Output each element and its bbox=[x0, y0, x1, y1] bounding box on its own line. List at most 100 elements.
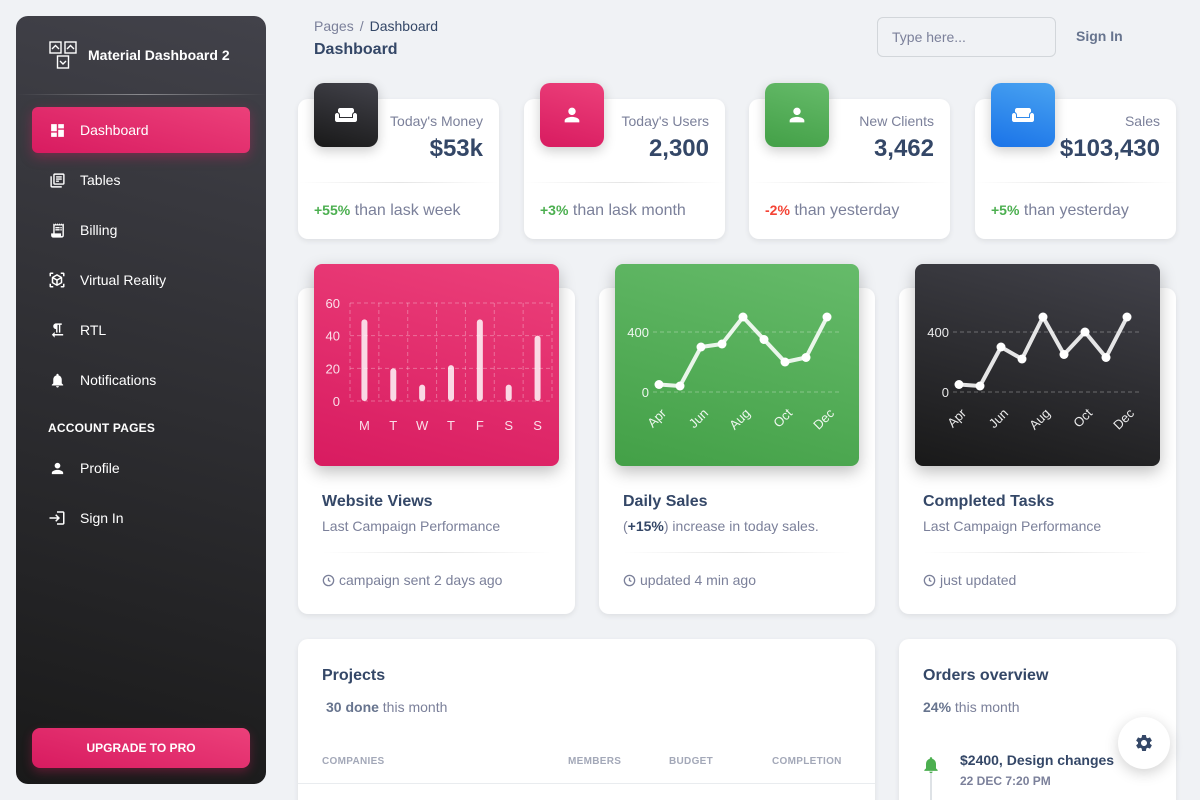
stat-label: Today's Users bbox=[621, 113, 709, 129]
data-point bbox=[975, 381, 985, 391]
column-header-companies: COMPANIES bbox=[322, 756, 385, 767]
chart-box: 0 400 Apr Jun Aug Oct Dec bbox=[615, 264, 859, 466]
brand-name: Material Dashboard 2 bbox=[88, 47, 230, 63]
x-tick-label: Apr bbox=[944, 405, 969, 430]
weekend-icon bbox=[991, 83, 1055, 147]
stat-divider bbox=[975, 182, 1176, 183]
breadcrumb-root[interactable]: Pages bbox=[314, 18, 354, 34]
bell-icon bbox=[924, 757, 938, 774]
stat-footer: +55% than lask week bbox=[314, 202, 461, 220]
upgrade-button[interactable]: UPGRADE TO PRO bbox=[32, 728, 250, 768]
clock-icon bbox=[923, 574, 936, 586]
data-point bbox=[1080, 327, 1090, 337]
data-point bbox=[822, 312, 832, 322]
stat-footer: -2% than yesterday bbox=[765, 202, 899, 220]
line-chart-completed-tasks: 0 400 Apr Jun Aug Oct Dec bbox=[927, 312, 1141, 432]
x-tick-label: S bbox=[533, 418, 542, 433]
stat-footer: +3% than lask month bbox=[540, 202, 686, 220]
logo-icon bbox=[49, 41, 77, 69]
stat-divider bbox=[298, 182, 499, 183]
bar bbox=[390, 368, 397, 401]
person-icon bbox=[765, 83, 829, 147]
x-tick-label: Dec bbox=[1110, 405, 1137, 432]
data-point bbox=[801, 353, 811, 362]
sidebar-item-sign-in[interactable]: Sign In bbox=[32, 495, 250, 541]
chart-box: 0 400 Apr Jun Aug Oct Dec bbox=[915, 264, 1160, 466]
card-footer: campaign sent 2 days ago bbox=[322, 572, 502, 588]
card-footer-text: campaign sent 2 days ago bbox=[339, 572, 503, 588]
sidebar-item-tables[interactable]: Tables bbox=[32, 157, 250, 203]
line-chart-daily-sales: 0 400 Apr Jun Aug Oct Dec bbox=[627, 312, 841, 432]
sidebar-item-billing[interactable]: Billing bbox=[32, 207, 250, 253]
data-point bbox=[1122, 312, 1132, 322]
view-in-ar-icon bbox=[48, 271, 66, 289]
stat-change: +5% bbox=[991, 202, 1020, 218]
data-point bbox=[654, 380, 664, 389]
stat-label: New Clients bbox=[859, 113, 934, 129]
sidebar: Material Dashboard 2 Dashboard Tables Bi… bbox=[16, 16, 266, 784]
y-tick-label: 400 bbox=[927, 325, 949, 340]
person-icon bbox=[48, 459, 66, 477]
stat-change-suffix: than lask week bbox=[354, 202, 461, 219]
subtitle-rest: ) increase in today sales. bbox=[663, 518, 819, 534]
sidebar-item-rtl[interactable]: RTL bbox=[32, 307, 250, 353]
sign-in-link[interactable]: Sign In bbox=[1076, 28, 1123, 44]
chart-card-website-views: 0 20 40 60 M T W T F S S Website Views Last Campai… bbox=[298, 264, 575, 614]
x-tick-label: T bbox=[389, 418, 397, 433]
sidebar-item-label: Profile bbox=[80, 460, 120, 476]
sidebar-nav: Dashboard Tables Billing Virtual Reality… bbox=[16, 95, 266, 403]
stat-change-suffix: than yesterday bbox=[1023, 202, 1129, 219]
series-line bbox=[958, 315, 1129, 388]
projects-title: Projects bbox=[322, 667, 386, 684]
stat-label: Today's Money bbox=[390, 113, 483, 129]
stat-footer: +5% than yesterday bbox=[991, 202, 1129, 220]
chart-box: 0 20 40 60 M T W T F S S bbox=[314, 264, 559, 466]
page-title: Dashboard bbox=[314, 41, 398, 58]
data-point bbox=[996, 342, 1006, 352]
x-tick-label: F bbox=[476, 418, 484, 433]
card-title: Completed Tasks bbox=[923, 493, 1055, 510]
search-input[interactable] bbox=[877, 17, 1056, 57]
orders-percent: 24% bbox=[923, 699, 952, 715]
column-header-budget: BUDGET bbox=[669, 756, 714, 767]
brand[interactable]: Material Dashboard 2 bbox=[16, 16, 266, 94]
login-icon bbox=[48, 509, 66, 527]
data-point bbox=[1101, 353, 1111, 362]
card-footer: just updated bbox=[923, 572, 1016, 588]
stat-change-suffix: than lask month bbox=[572, 202, 686, 219]
bar bbox=[448, 365, 454, 401]
stat-card-clients: New Clients 3,462 -2% than yesterday bbox=[749, 83, 950, 239]
sidebar-item-notifications[interactable]: Notifications bbox=[32, 357, 250, 403]
receipt-icon bbox=[48, 221, 66, 239]
settings-button[interactable] bbox=[1118, 717, 1170, 769]
projects-card: Projects 30 done this month COMPANIES ME… bbox=[298, 639, 875, 800]
series-line bbox=[658, 315, 829, 388]
bell-icon bbox=[48, 371, 66, 389]
data-point bbox=[954, 380, 964, 389]
bar bbox=[361, 319, 368, 401]
breadcrumb-separator: / bbox=[359, 18, 364, 34]
card-title: Daily Sales bbox=[623, 493, 708, 510]
y-tick-label: 40 bbox=[326, 329, 340, 344]
sidebar-item-label: Sign In bbox=[80, 510, 124, 526]
timeline-line bbox=[930, 773, 932, 800]
sidebar-item-dashboard[interactable]: Dashboard bbox=[32, 107, 250, 153]
sidebar-item-virtual-reality[interactable]: Virtual Reality bbox=[32, 257, 250, 303]
data-point bbox=[1017, 354, 1027, 364]
sidebar-item-label: RTL bbox=[80, 322, 107, 338]
sidebar-item-profile[interactable]: Profile bbox=[32, 445, 250, 491]
bar-chart-website-views: 0 20 40 60 M T W T F S S bbox=[326, 296, 553, 433]
x-tick-label: S bbox=[504, 418, 513, 433]
stat-divider bbox=[749, 182, 950, 183]
x-tick-label: Jun bbox=[986, 406, 1011, 431]
stat-card-money: Today's Money $53k +55% than lask week bbox=[298, 83, 499, 239]
table-header-divider bbox=[298, 783, 875, 784]
clock-icon bbox=[623, 574, 636, 586]
x-tick-label: Oct bbox=[770, 405, 795, 430]
breadcrumb: Pages / Dashboard bbox=[314, 18, 438, 34]
bar bbox=[476, 319, 483, 401]
data-point bbox=[759, 335, 769, 344]
data-point bbox=[780, 357, 790, 367]
data-point bbox=[1038, 312, 1048, 322]
data-point bbox=[717, 339, 727, 349]
